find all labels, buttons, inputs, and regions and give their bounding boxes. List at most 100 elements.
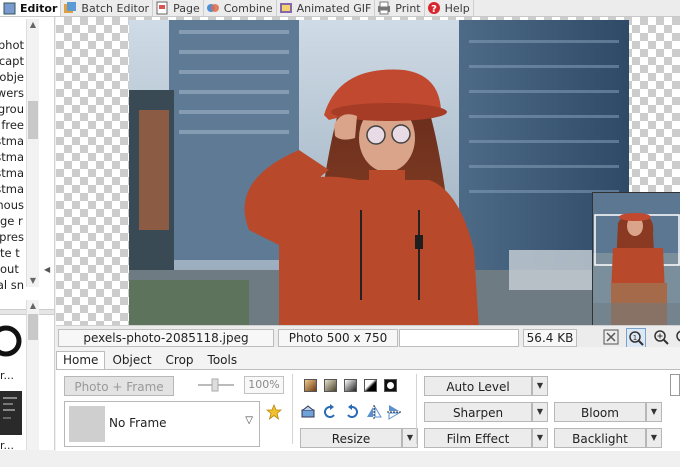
gradient-gray-icon[interactable]	[344, 379, 357, 392]
favorite-star-icon[interactable]	[266, 404, 282, 420]
scroll-up-icon[interactable]: ▲	[27, 300, 39, 312]
ribbon-separator	[292, 374, 293, 444]
frame-swatch	[69, 406, 105, 442]
thumbnail-scrollbar[interactable]: ▲	[26, 300, 39, 450]
ribbon-home-panel: Photo + Frame 100% No Frame ▽ Resize ▼ A…	[56, 369, 680, 451]
file-list-item[interactable]: kgrou	[0, 101, 24, 117]
status-filesize: 56.4 KB	[523, 329, 577, 347]
animated-gif-icon	[279, 1, 293, 15]
auto-adjust-icon[interactable]	[300, 404, 316, 420]
tab-page[interactable]: Page	[153, 0, 204, 16]
flip-horizontal-icon[interactable]	[366, 404, 382, 420]
tab-editor[interactable]: Editor	[0, 0, 62, 16]
bloom-dropdown-icon[interactable]: ▼	[646, 402, 662, 422]
status-empty	[399, 329, 519, 347]
image-canvas[interactable]	[56, 17, 680, 325]
file-list-item[interactable]: hous	[0, 197, 24, 213]
actual-size-icon[interactable]: 1	[626, 328, 646, 348]
collapse-panel-icon[interactable]: ◀	[44, 265, 50, 274]
gradient-bw-icon[interactable]	[364, 379, 377, 392]
zoom-out-icon[interactable]	[672, 328, 680, 346]
scroll-thumb[interactable]	[28, 101, 38, 139]
tab-batch-editor[interactable]: Batch Editor	[61, 0, 154, 16]
scroll-thumb[interactable]	[28, 314, 38, 340]
film-effect-dropdown-icon[interactable]: ▼	[532, 428, 548, 448]
ribbon-tab-tools[interactable]: Tools	[201, 351, 245, 370]
status-dimensions: Photo 500 x 750	[278, 329, 398, 347]
ribbon-tab-crop[interactable]: Crop	[159, 351, 201, 370]
svg-text:1: 1	[633, 334, 637, 342]
file-list-item[interactable]: pres	[0, 229, 24, 245]
ribbon: Home Object Crop Tools Photo + Frame 100…	[56, 347, 680, 451]
file-list: phot capt obje wers kgrou t free stma st…	[0, 37, 24, 291]
ribbon-tab-home[interactable]: Home	[56, 351, 106, 370]
scroll-up-icon[interactable]: ▲	[27, 19, 39, 31]
frame-selected-label: No Frame	[109, 416, 167, 430]
file-list-item[interactable]: stma	[0, 165, 24, 181]
combine-icon	[206, 1, 220, 15]
bloom-button[interactable]: Bloom	[554, 402, 646, 422]
ribbon-separator	[416, 374, 417, 444]
flip-vertical-icon[interactable]	[386, 404, 402, 420]
print-icon	[377, 1, 391, 15]
frame-opacity-slider[interactable]	[196, 378, 236, 392]
tab-print[interactable]: Print	[375, 0, 425, 16]
svg-text:?: ?	[431, 4, 437, 15]
auto-level-button[interactable]: Auto Level	[424, 376, 532, 396]
file-list-item[interactable]: stma	[0, 181, 24, 197]
sharpen-dropdown-icon[interactable]: ▼	[532, 402, 548, 422]
file-list-item[interactable]: te t	[0, 245, 24, 261]
status-filename: pexels-photo-2085118.jpeg	[58, 329, 274, 347]
tab-animated-gif-label: Animated GIF	[296, 1, 372, 15]
file-list-item[interactable]: capt	[0, 53, 24, 69]
rotate-left-icon[interactable]	[322, 404, 338, 420]
refresh-icon	[0, 325, 22, 357]
backlight-dropdown-icon[interactable]: ▼	[646, 428, 662, 448]
chevron-down-icon: ▽	[245, 415, 253, 426]
sharpen-button[interactable]: Sharpen	[424, 402, 532, 422]
file-list-item[interactable]: tal sn	[0, 277, 24, 291]
resize-button[interactable]: Resize	[300, 428, 402, 448]
thumbnail-label: r...	[0, 369, 15, 382]
film-effect-button[interactable]: Film Effect	[424, 428, 532, 448]
frame-percent-field[interactable]: 100%	[244, 376, 284, 394]
app-tab-bar: Editor Batch Editor Page Combine Animate…	[0, 0, 680, 17]
tab-combine-label: Combine	[223, 1, 273, 15]
file-list-item[interactable]: stma	[0, 149, 24, 165]
tab-animated-gif[interactable]: Animated GIF	[277, 0, 376, 16]
tab-page-label: Page	[173, 1, 200, 15]
side-panel-edge[interactable]	[670, 374, 680, 396]
zoom-in-icon[interactable]	[652, 328, 670, 346]
file-browser-panel: phot capt obje wers kgrou t free stma st…	[0, 17, 55, 452]
file-list-scrollbar[interactable]: ▲ ▼	[26, 19, 39, 287]
tab-help[interactable]: ? Help	[425, 0, 474, 16]
invert-icon[interactable]	[384, 379, 397, 392]
file-list-item[interactable]: ge r	[0, 213, 24, 229]
thumbnail-refresh[interactable]	[0, 319, 22, 365]
thumbnail-list: r... r...	[0, 315, 24, 467]
file-list-item[interactable]: phot	[0, 37, 24, 53]
photo-frame-button[interactable]: Photo + Frame	[64, 376, 174, 396]
fit-to-window-icon[interactable]	[602, 328, 620, 346]
file-list-item[interactable]: stma	[0, 133, 24, 149]
ribbon-tab-object[interactable]: Object	[105, 351, 158, 370]
tab-combine[interactable]: Combine	[204, 0, 277, 16]
tab-print-label: Print	[395, 1, 421, 15]
gradient-warm-icon[interactable]	[304, 379, 317, 392]
rotate-right-icon[interactable]	[344, 404, 360, 420]
scroll-down-icon[interactable]: ▼	[27, 275, 39, 287]
photo-image[interactable]	[129, 20, 629, 325]
file-list-item[interactable]: out	[0, 261, 24, 277]
file-list-item[interactable]: t free	[0, 117, 24, 133]
editor-icon	[2, 1, 16, 15]
backlight-button[interactable]: Backlight	[554, 428, 646, 448]
navigator-preview[interactable]	[592, 192, 680, 325]
ribbon-tabs: Home Object Crop Tools	[56, 351, 245, 370]
auto-level-dropdown-icon[interactable]: ▼	[532, 376, 548, 396]
file-list-item[interactable]: wers	[0, 85, 24, 101]
thumbnail-image[interactable]	[0, 391, 22, 435]
tab-batch-editor-label: Batch Editor	[81, 1, 150, 15]
file-list-item[interactable]: obje	[0, 69, 24, 85]
gradient-sepia-icon[interactable]	[324, 379, 337, 392]
frame-select[interactable]: No Frame ▽	[64, 401, 260, 447]
